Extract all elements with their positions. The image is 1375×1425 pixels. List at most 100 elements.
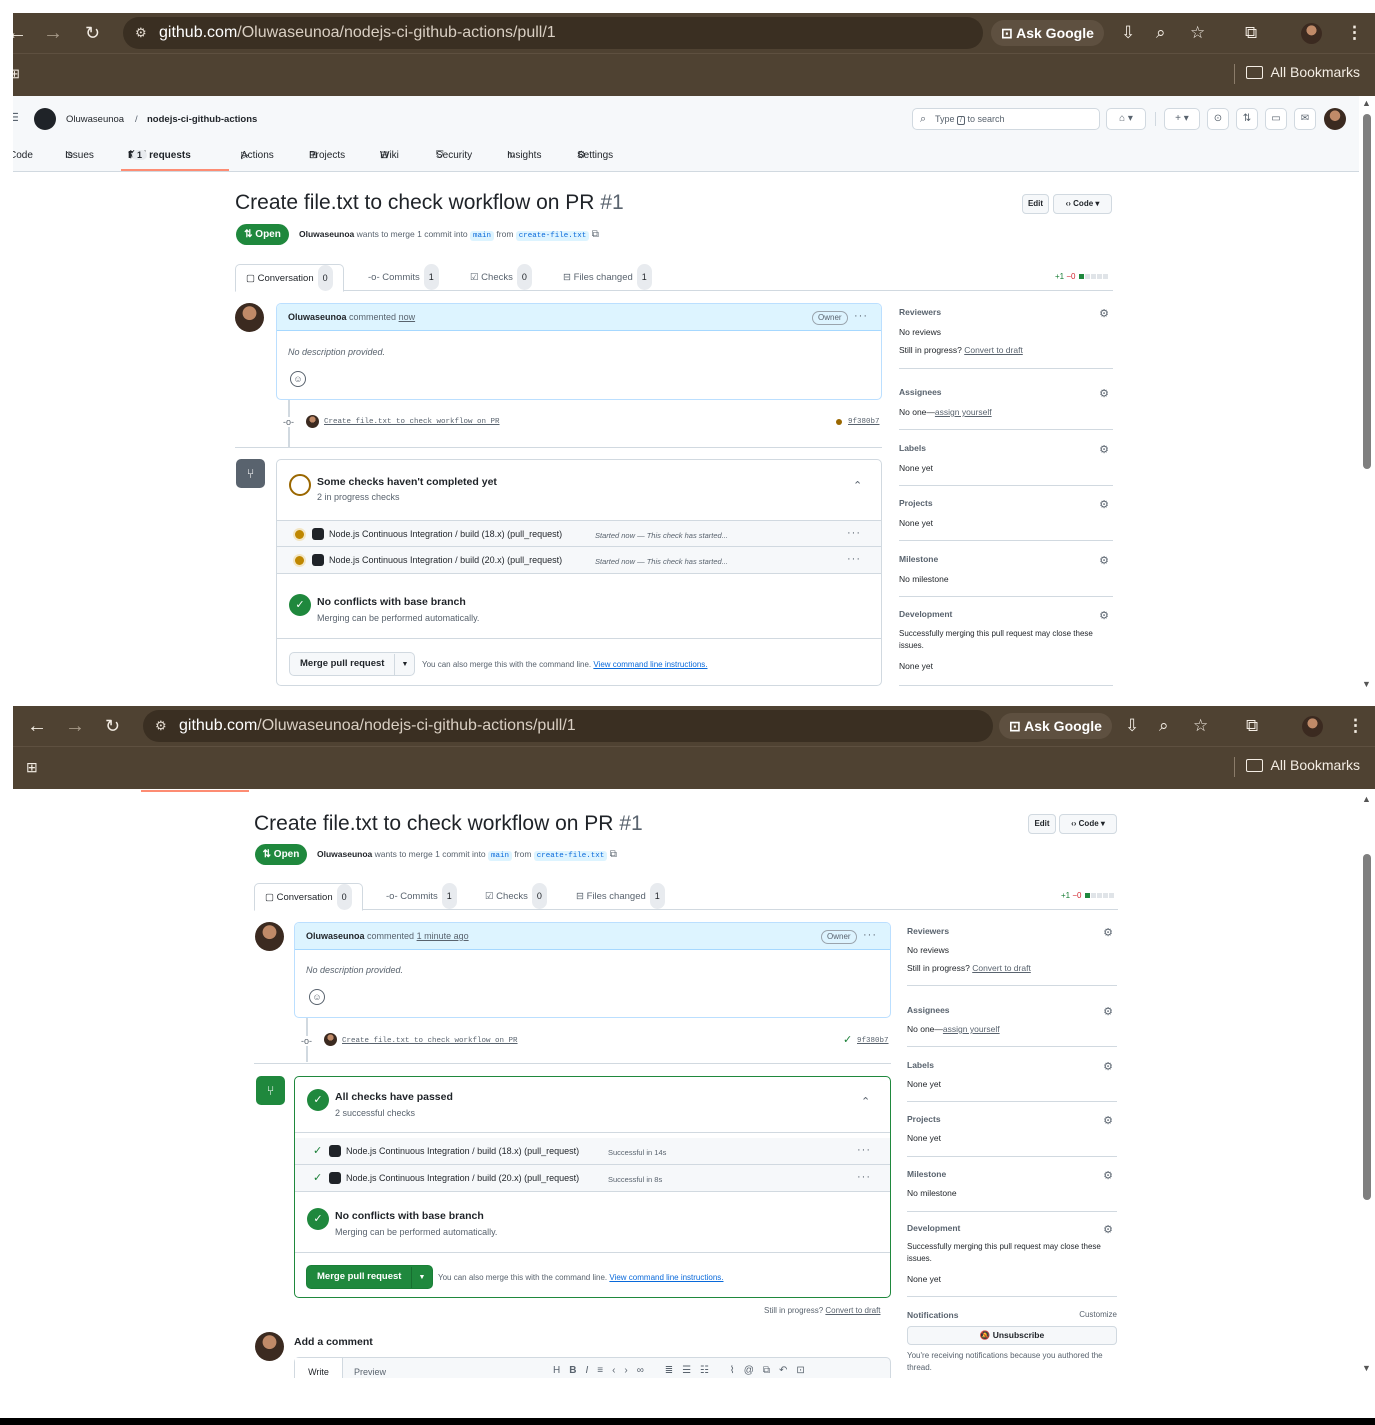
undo-icon[interactable]: ↶ <box>779 1365 796 1376</box>
search-input[interactable]: ⌕ Type / to search <box>912 108 1100 130</box>
link-icon[interactable]: ∞ <box>637 1365 653 1376</box>
scroll-down-icon[interactable]: ▼ <box>1362 679 1371 689</box>
back-icon[interactable]: ← <box>13 13 27 53</box>
add-comment-avatar[interactable] <box>255 1332 284 1361</box>
back-icon[interactable]: ← <box>27 706 47 746</box>
forward-icon[interactable]: → <box>43 13 63 53</box>
command-line-link[interactable]: View command line instructions. <box>593 660 707 669</box>
scroll-down-icon[interactable]: ▼ <box>1362 1363 1371 1373</box>
check-menu-icon[interactable]: ··· <box>857 1171 871 1183</box>
gear-icon[interactable]: ⚙ <box>1103 1060 1113 1073</box>
tab-files-changed[interactable]: ⊟ Files changed 1 <box>576 883 665 910</box>
copy-icon[interactable]: ⧉ <box>592 229 599 240</box>
mention-icon[interactable]: @ <box>744 1365 763 1376</box>
merge-dropdown-icon[interactable]: ▼ <box>411 1267 431 1288</box>
collapse-chevron-icon[interactable]: ⌃ <box>853 479 862 492</box>
breadcrumb-owner[interactable]: Oluwaseunoa <box>66 114 124 125</box>
gear-icon[interactable]: ⚙ <box>1103 1169 1113 1182</box>
tab-conversation[interactable]: ▢ Conversation 0 <box>235 264 344 292</box>
tab-files-changed[interactable]: ⊟ Files changed 1 <box>563 264 652 291</box>
merge-pull-request-button[interactable]: Merge pull request ▼ <box>306 1265 433 1289</box>
pull-requests-icon[interactable]: ⇅ <box>1236 108 1258 130</box>
menu-icon[interactable]: ⋮ <box>1346 13 1363 53</box>
preview-tab[interactable]: Preview <box>354 1367 386 1377</box>
attach-icon[interactable]: ⌇ <box>730 1365 744 1376</box>
bookmark-star-icon[interactable]: ☆ <box>1193 706 1208 746</box>
site-info-icon[interactable]: ⚙ <box>135 17 147 49</box>
menu-icon[interactable]: ⋮ <box>1347 706 1364 746</box>
check-menu-icon[interactable]: ··· <box>847 527 861 539</box>
apps-icon[interactable]: ⊞ <box>13 66 20 82</box>
comment-author[interactable]: Oluwaseunoa <box>306 931 365 941</box>
reference-icon[interactable]: ⧉ <box>763 1365 779 1376</box>
base-branch[interactable]: main <box>488 851 513 861</box>
comment-author-avatar[interactable] <box>255 922 284 951</box>
commit-sha[interactable]: 9f380b7 <box>848 418 880 426</box>
reload-icon[interactable]: ↻ <box>105 706 120 746</box>
head-branch[interactable]: create-file.txt <box>515 231 590 241</box>
base-branch[interactable]: main <box>470 231 495 241</box>
gear-icon[interactable]: ⚙ <box>1103 926 1113 939</box>
zoom-icon[interactable]: ⌕ <box>1159 706 1169 746</box>
task-list-icon[interactable]: ☷ <box>700 1365 718 1376</box>
check-name[interactable]: Node.js Continuous Integration / build (… <box>329 529 562 539</box>
customize-link[interactable]: Customize <box>1079 1310 1117 1319</box>
gear-icon[interactable]: ⚙ <box>1099 307 1109 320</box>
gear-icon[interactable]: ⚙ <box>1099 609 1109 622</box>
convert-to-draft-link[interactable]: Convert to draft <box>972 963 1031 973</box>
edit-button[interactable]: Edit <box>1028 814 1056 834</box>
assignees-heading[interactable]: Assignees <box>907 1005 950 1015</box>
italic-icon[interactable]: I <box>585 1365 597 1376</box>
reload-icon[interactable]: ↻ <box>85 13 100 53</box>
commit-message[interactable]: Create file.txt to check workflow on PR <box>342 1037 518 1045</box>
labels-heading[interactable]: Labels <box>907 1060 934 1070</box>
tab-checks[interactable]: ☑ Checks 0 <box>470 264 532 291</box>
comment-time[interactable]: 1 minute ago <box>417 931 469 941</box>
all-bookmarks-button[interactable]: All Bookmarks <box>1245 757 1360 773</box>
install-icon[interactable]: ⇩ <box>1121 13 1135 53</box>
tab-commits[interactable]: -o- Commits 1 <box>368 264 439 291</box>
user-avatar[interactable] <box>1324 108 1346 130</box>
check-menu-icon[interactable]: ··· <box>857 1144 871 1156</box>
zoom-icon[interactable]: ⌕ <box>1156 13 1166 53</box>
development-heading[interactable]: Development <box>907 1223 960 1233</box>
projects-heading[interactable]: Projects <box>907 1114 941 1124</box>
pr-author[interactable]: Oluwaseunoa <box>317 849 372 859</box>
check-name[interactable]: Node.js Continuous Integration / build (… <box>346 1173 579 1183</box>
projects-heading[interactable]: Projects <box>899 498 933 508</box>
page-scrollbar[interactable]: ▲ ▼ <box>1359 792 1375 1378</box>
forward-icon[interactable]: → <box>65 706 85 746</box>
command-line-link[interactable]: View command line instructions. <box>609 1273 723 1282</box>
check-name[interactable]: Node.js Continuous Integration / build (… <box>329 555 562 565</box>
code-icon[interactable]: ‹› <box>612 1365 637 1376</box>
comment-author[interactable]: Oluwaseunoa <box>288 312 347 322</box>
scroll-up-icon[interactable]: ▲ <box>1362 98 1371 108</box>
scroll-up-icon[interactable]: ▲ <box>1362 794 1371 804</box>
fullscreen-icon[interactable]: ⊡ <box>796 1365 813 1376</box>
all-bookmarks-button[interactable]: All Bookmarks <box>1245 64 1360 80</box>
emoji-reaction-icon[interactable]: ☺ <box>309 989 325 1005</box>
gear-icon[interactable]: ⚙ <box>1099 554 1109 567</box>
address-bar[interactable]: ⚙ github.com/Oluwaseunoa/nodejs-ci-githu… <box>143 710 993 742</box>
convert-to-draft-link[interactable]: Convert to draft <box>964 345 1023 355</box>
profile-avatar[interactable] <box>1302 716 1323 737</box>
create-new-button[interactable]: + ▾ <box>1164 108 1200 130</box>
commit-author-avatar[interactable] <box>324 1033 337 1046</box>
comment-time[interactable]: now <box>399 312 416 322</box>
quote-icon[interactable]: ≡ <box>597 1365 612 1376</box>
hamburger-icon[interactable]: ☰ <box>13 111 19 124</box>
extensions-icon[interactable]: ⧉ <box>1245 13 1257 53</box>
assign-yourself-link[interactable]: assign yourself <box>943 1024 1000 1034</box>
gear-icon[interactable]: ⚙ <box>1103 1005 1113 1018</box>
assign-yourself-link[interactable]: assign yourself <box>935 407 992 417</box>
ordered-list-icon[interactable]: ≣ <box>665 1365 682 1376</box>
gear-icon[interactable]: ⚙ <box>1099 498 1109 511</box>
gear-icon[interactable]: ⚙ <box>1103 1223 1113 1236</box>
pr-author[interactable]: Oluwaseunoa <box>299 229 354 239</box>
ask-google-button[interactable]: ⊡ Ask Google <box>991 20 1104 46</box>
bold-icon[interactable]: B <box>569 1365 585 1376</box>
tab-commits[interactable]: -o- Commits 1 <box>386 883 457 910</box>
below-merge-convert-link[interactable]: Convert to draft <box>825 1306 880 1315</box>
scroll-thumb[interactable] <box>1363 854 1371 1200</box>
reviewers-heading[interactable]: Reviewers <box>907 926 949 936</box>
